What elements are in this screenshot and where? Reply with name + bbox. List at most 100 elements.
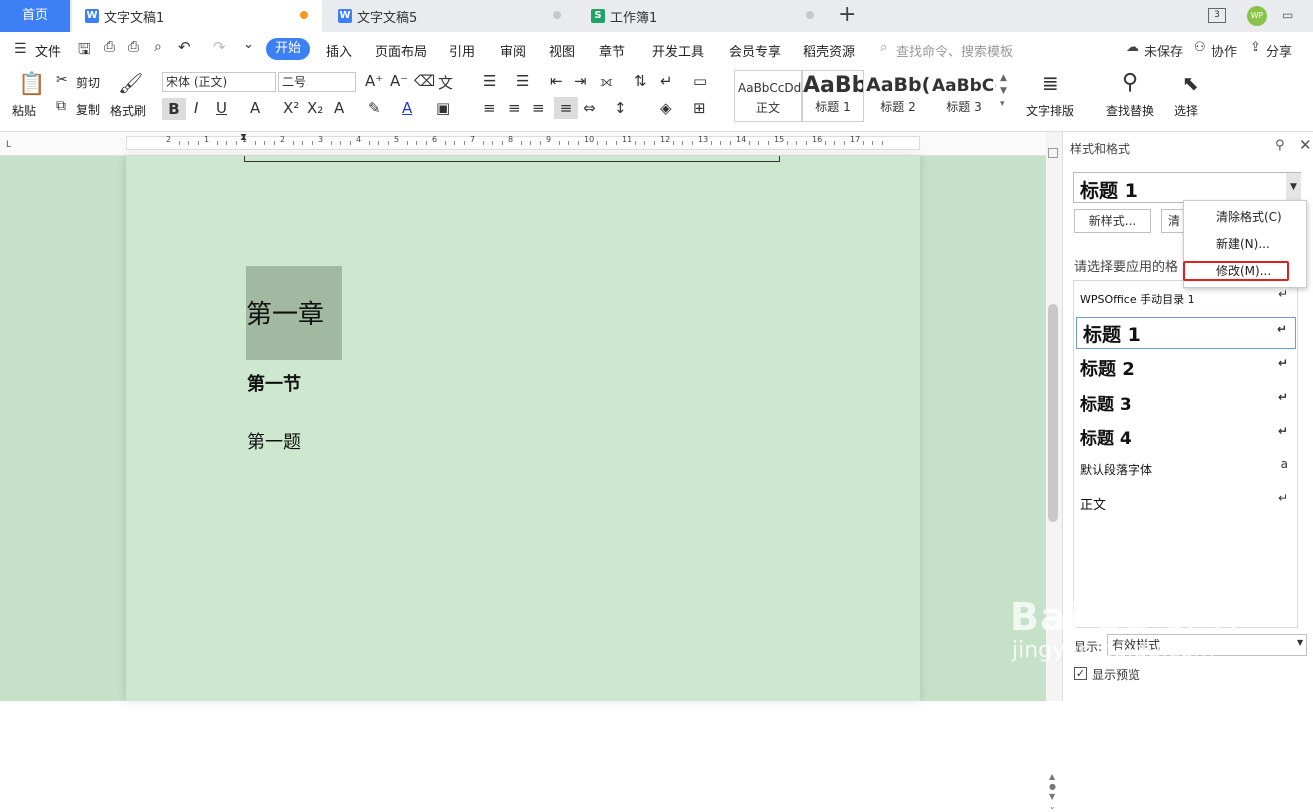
- unsaved-status[interactable]: 未保存: [1144, 41, 1183, 60]
- clear-format-icon[interactable]: ⌫: [414, 72, 435, 90]
- avatar[interactable]: WP: [1247, 6, 1267, 26]
- menu-layout[interactable]: 页面布局: [375, 41, 427, 60]
- font-color-icon[interactable]: A: [402, 99, 412, 117]
- search-icon[interactable]: ⚲: [1122, 70, 1138, 95]
- page-nav-icon[interactable]: ▲ ● ▼ ⌄: [1049, 772, 1056, 812]
- style-list-item-heading4[interactable]: 标题 4 ↵: [1074, 420, 1296, 452]
- menu-start[interactable]: 开始: [266, 38, 310, 60]
- align-left-icon[interactable]: ≡: [483, 99, 496, 117]
- current-style-combo[interactable]: 标题 1 ▼: [1073, 172, 1301, 203]
- grow-font-icon[interactable]: A⁺: [365, 72, 383, 90]
- font-size-select[interactable]: 二号: [278, 72, 356, 92]
- indent-marker-icon[interactable]: ⧗: [240, 132, 247, 143]
- tab-doc5[interactable]: W 文字文稿5: [325, 0, 575, 32]
- collab-button[interactable]: 协作: [1211, 41, 1237, 60]
- menu-item-clear-format[interactable]: 清除格式(C): [1184, 205, 1308, 229]
- new-tab-button[interactable]: +: [838, 2, 856, 27]
- copy-icon[interactable]: ⧉: [56, 98, 66, 114]
- chinese-layout-icon[interactable]: ⟗: [600, 72, 613, 90]
- command-search-input[interactable]: 查找命令、搜索模板: [896, 41, 1013, 60]
- paste-button[interactable]: 粘贴: [12, 102, 36, 119]
- horizontal-ruler[interactable]: 2 1 1 2 3 4 5 6 7 8 9 10 11 12 13 14 15 16 17 ⧗ L: [0, 132, 1046, 156]
- style-heading3[interactable]: AaBbC( 标题 3: [932, 70, 996, 122]
- menu-references[interactable]: 引用: [449, 41, 475, 60]
- decrease-indent-icon[interactable]: ⇤: [550, 72, 563, 90]
- highlight-icon[interactable]: ✎: [368, 99, 381, 117]
- justify-icon[interactable]: ≡: [554, 97, 578, 119]
- panel-title[interactable]: 样式和格式: [1070, 140, 1130, 157]
- style-heading1[interactable]: AaBb 标题 1: [802, 70, 864, 122]
- heading-3-text[interactable]: 第一题: [247, 428, 301, 454]
- close-icon[interactable]: [553, 11, 561, 19]
- more-icon[interactable]: ⌄: [243, 37, 254, 52]
- subscript-icon[interactable]: X₂: [307, 99, 323, 117]
- pin-icon[interactable]: ⚲: [1275, 138, 1285, 153]
- text-layout-icon[interactable]: ≣: [1042, 71, 1059, 95]
- style-list-item-heading2[interactable]: 标题 2 ↵: [1074, 352, 1296, 384]
- menu-insert[interactable]: 插入: [326, 41, 352, 60]
- style-list-item-heading3[interactable]: 标题 3 ↵: [1074, 386, 1296, 418]
- chevron-down-icon[interactable]: ▼: [1286, 173, 1301, 202]
- format-painter-icon[interactable]: 🖌: [118, 71, 143, 95]
- heading-1-text[interactable]: 第一章: [246, 294, 324, 331]
- tab-selector-icon[interactable]: L: [6, 140, 11, 150]
- menu-dev-tools[interactable]: 开发工具: [652, 41, 704, 60]
- menu-docer[interactable]: 稻壳资源: [803, 41, 855, 60]
- shading-icon[interactable]: ◈: [660, 99, 672, 117]
- new-style-button[interactable]: 新样式...: [1074, 209, 1151, 233]
- bold-icon[interactable]: B: [162, 98, 186, 120]
- line-spacing-icon[interactable]: ↕: [614, 99, 627, 117]
- window-controls-icon[interactable]: ▭: [1282, 8, 1293, 22]
- select-button[interactable]: 选择: [1174, 102, 1198, 119]
- tab-home[interactable]: 首页: [0, 0, 70, 32]
- paste-icon[interactable]: 📋: [18, 72, 45, 97]
- share-button[interactable]: 分享: [1266, 41, 1292, 60]
- style-list[interactable]: WPSOffice 手动目录 1 ↵ 标题 1 ↵ 标题 2 ↵ 标题 3 ↵ 标题 4…: [1073, 280, 1298, 628]
- cursor-icon[interactable]: ⬉: [1182, 71, 1199, 95]
- menu-file[interactable]: 文件: [35, 41, 61, 60]
- heading-2-text[interactable]: 第一节: [247, 370, 301, 396]
- menu-review[interactable]: 审阅: [500, 41, 526, 60]
- menu-view[interactable]: 视图: [549, 41, 575, 60]
- menu-section[interactable]: 章节: [599, 41, 625, 60]
- redo-icon[interactable]: ↷: [213, 38, 226, 56]
- bullets-icon[interactable]: ☰: [483, 72, 496, 90]
- text-effect-icon[interactable]: A: [334, 99, 344, 117]
- shrink-font-icon[interactable]: A⁻: [390, 72, 408, 90]
- scrollbar-thumb[interactable]: [1048, 304, 1058, 522]
- sort-icon[interactable]: ⇅: [634, 72, 647, 90]
- style-heading2[interactable]: AaBb( 标题 2: [866, 70, 930, 122]
- undo-icon[interactable]: ↶: [178, 38, 191, 56]
- close-icon[interactable]: [806, 11, 814, 19]
- style-list-item-default-font[interactable]: 默认段落字体 a: [1074, 453, 1296, 485]
- tab-doc1[interactable]: W 文字文稿1: [72, 0, 322, 32]
- strikethrough-icon[interactable]: A: [250, 99, 260, 117]
- preview-checkbox[interactable]: ✓: [1074, 667, 1087, 680]
- increase-indent-icon[interactable]: ⇥: [574, 72, 587, 90]
- align-right-icon[interactable]: ≡: [532, 99, 545, 117]
- style-list-item-normal[interactable]: 正文 ↵: [1074, 487, 1296, 519]
- chevron-down-icon[interactable]: ▼: [1297, 638, 1303, 647]
- copy-button[interactable]: 复制: [76, 101, 100, 118]
- export-pdf-icon[interactable]: ⎙: [104, 39, 115, 55]
- hamburger-icon[interactable]: ☰: [14, 41, 27, 57]
- font-family-select[interactable]: 宋体 (正文): [162, 72, 276, 92]
- menu-item-new-style[interactable]: 新建(N)...: [1184, 232, 1308, 256]
- scissors-icon[interactable]: ✂: [56, 72, 68, 88]
- document-page[interactable]: 第一章 第一节 第一题: [126, 156, 920, 701]
- tab-count-icon[interactable]: 3: [1208, 8, 1226, 23]
- menu-member[interactable]: 会员专享: [729, 41, 781, 60]
- distribute-icon[interactable]: ⇔: [583, 99, 596, 117]
- cut-button[interactable]: 剪切: [76, 74, 100, 91]
- save-icon[interactable]: 🖫: [78, 39, 91, 64]
- borders-icon[interactable]: ⊞: [693, 99, 706, 117]
- line-break-icon[interactable]: ↵: [660, 72, 673, 90]
- superscript-icon[interactable]: X²: [283, 99, 299, 117]
- print-preview-icon[interactable]: ⌕: [154, 39, 162, 55]
- char-border-icon[interactable]: ▣: [436, 99, 450, 117]
- numbering-icon[interactable]: ☰: [516, 72, 529, 90]
- close-icon[interactable]: ✕: [1299, 136, 1312, 154]
- format-painter-button[interactable]: 格式刷: [110, 102, 146, 119]
- ruler-toggle-icon[interactable]: [1048, 148, 1058, 158]
- italic-icon[interactable]: I: [194, 99, 198, 117]
